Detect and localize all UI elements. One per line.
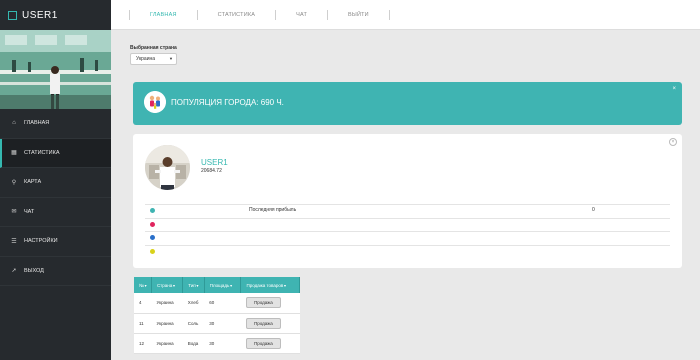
country-select-value: Украина: [136, 56, 156, 62]
country-select[interactable]: Украина ▼: [130, 53, 177, 65]
caret-down-icon: ▼: [229, 283, 233, 288]
cell-type: Хлеб: [182, 293, 205, 314]
column-header-number[interactable]: №▼: [134, 277, 152, 293]
calendar-icon: ▦: [11, 150, 17, 157]
cell-number: 4: [134, 293, 152, 314]
cell-type: Соль: [182, 313, 205, 334]
caret-down-icon: ▼: [195, 283, 200, 288]
profile-name: USER1: [201, 158, 228, 167]
sidebar-item-chat[interactable]: ✉ ЧАТ: [0, 198, 111, 227]
list-item: [145, 244, 670, 259]
cell-number: 11: [134, 313, 152, 334]
list-item: Последняя прибыль 0: [145, 204, 670, 218]
sidebar-item-label: СТАТИСТИКА: [24, 149, 60, 156]
table-row: 11 Украина Соль 30 Продажа: [134, 313, 300, 334]
topnav-chat[interactable]: ЧАТ: [276, 12, 327, 18]
brand[interactable]: USER1: [0, 0, 111, 30]
caret-down-icon: ▼: [143, 283, 148, 288]
sidebar-item-statistics[interactable]: ▦ СТАТИСТИКА: [0, 138, 111, 168]
blue-dot-icon: [150, 235, 155, 240]
sidebar-item-label: НАСТРОЙКИ: [24, 238, 58, 245]
chevron-down-icon: ▼: [169, 56, 173, 61]
sliders-icon: ☰: [11, 238, 17, 245]
teal-dot-icon: [150, 208, 155, 213]
cell-type: Вода: [182, 333, 205, 354]
sidebar-item-logout[interactable]: ➚ ВЫХОД: [0, 257, 111, 286]
map-pin-icon: ⚲: [11, 179, 17, 186]
stat-value: 0: [592, 207, 595, 213]
caret-down-icon: ▼: [283, 283, 287, 288]
topnav-statistics[interactable]: СТАТИСТИКА: [198, 12, 276, 18]
assets-table: №▼ Страна▼ Тип▼ Площадь▼ Продажа товаров…: [134, 277, 300, 354]
family-icon: [144, 91, 166, 113]
cell-number: 12: [134, 333, 152, 354]
table-row: 12 Украина Вода 30 Продажа: [134, 333, 300, 354]
sidebar-item-settings[interactable]: ☰ НАСТРОЙКИ: [0, 227, 111, 257]
column-header-country[interactable]: Страна▼: [151, 277, 184, 293]
column-header-sale[interactable]: Продажа товаров▼: [240, 277, 300, 293]
cell-country: Украина: [151, 313, 183, 334]
home-icon: ⌂: [12, 120, 16, 127]
close-icon[interactable]: ×: [669, 138, 677, 146]
sidebar-item-label: ЧАТ: [24, 208, 35, 215]
profile-stats-list: Последняя прибыль 0: [145, 204, 670, 258]
sidebar-item-map[interactable]: ⚲ КАРТА: [0, 168, 111, 198]
sell-button[interactable]: Продажа: [245, 297, 281, 309]
sidebar-item-label: ВЫХОД: [24, 267, 44, 274]
sidebar-menu: ⌂ ГЛАВНАЯ ▦ СТАТИСТИКА ⚲ КАРТА ✉ ЧАТ ☰ Н…: [0, 109, 111, 286]
top-nav: ГЛАВНАЯ СТАТИСТИКА ЧАТ ВЫЙТИ: [111, 0, 700, 30]
sell-button[interactable]: Продажа: [245, 337, 281, 349]
cell-action: Продажа: [240, 333, 300, 354]
cell-country: Украина: [151, 293, 183, 314]
close-icon[interactable]: ×: [672, 86, 676, 92]
avatar: [145, 145, 190, 190]
cell-area: 30: [204, 313, 241, 334]
caret-down-icon: ▼: [172, 283, 176, 288]
chat-icon: ✉: [11, 209, 17, 216]
sidebar-item-label: ГЛАВНАЯ: [24, 120, 50, 127]
column-header-type[interactable]: Тип▼: [182, 277, 205, 293]
brand-logo-icon: [8, 10, 17, 20]
sidebar-item-home[interactable]: ⌂ ГЛАВНАЯ: [0, 109, 111, 139]
country-select-label: Выбранная страна: [130, 45, 177, 51]
rocket-icon: ➚: [11, 268, 17, 275]
profile-balance: 20684.72: [201, 168, 222, 174]
sidebar-hero-image: [0, 30, 111, 109]
topnav-home[interactable]: ГЛАВНАЯ: [130, 12, 197, 18]
red-dot-icon: [150, 221, 155, 227]
nav-divider: [388, 9, 390, 20]
sidebar-item-label: КАРТА: [24, 179, 42, 186]
cell-area: 60: [204, 293, 241, 314]
list-item: [145, 217, 670, 232]
sidebar: USER1 ⌂ ГЛАВНАЯ ▦ СТАТИСТИКА ⚲ КАРТА ✉ Ч…: [0, 0, 111, 360]
brand-title: USER1: [22, 9, 58, 21]
cell-action: Продажа: [240, 313, 300, 334]
topnav-logout[interactable]: ВЫЙТИ: [328, 12, 389, 18]
cell-action: Продажа: [240, 293, 300, 314]
cell-country: Украина: [151, 333, 183, 354]
sell-button[interactable]: Продажа: [245, 317, 281, 329]
population-text: ПОПУЛЯЦИЯ ГОРОДА: 690 Ч.: [171, 98, 284, 107]
yellow-dot-icon: [150, 248, 155, 254]
column-header-area[interactable]: Площадь▼: [204, 277, 242, 293]
profile-card: × USER1 20684.72 Последняя прибыль 0: [133, 134, 682, 268]
population-banner: ПОПУЛЯЦИЯ ГОРОДА: 690 Ч. ×: [133, 82, 682, 125]
table-row: 4 Украина Хлеб 60 Продажа: [134, 293, 300, 314]
stat-label: Последняя прибыль: [249, 207, 297, 213]
list-item: [145, 231, 670, 245]
cell-area: 30: [204, 333, 241, 354]
